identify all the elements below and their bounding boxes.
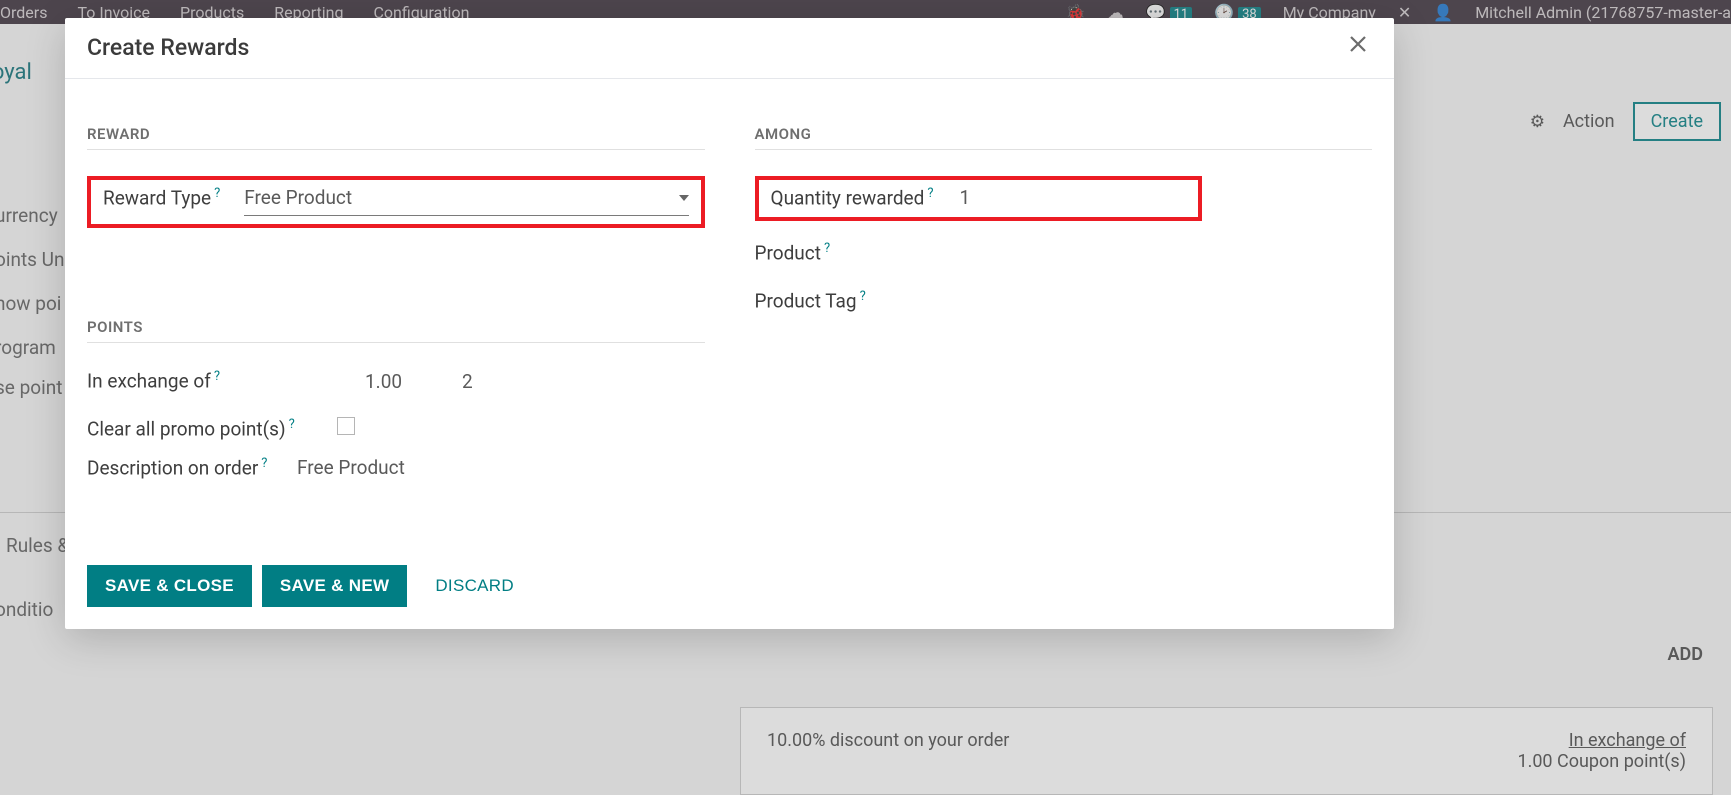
- clear-promo-label: Clear all promo point(s)?: [87, 417, 295, 440]
- product-row: Product?: [755, 241, 1373, 264]
- help-icon[interactable]: ?: [261, 456, 267, 471]
- help-icon[interactable]: ?: [289, 417, 295, 432]
- help-icon[interactable]: ?: [214, 369, 220, 384]
- highlight-quantity: Quantity rewarded? 1: [755, 176, 1203, 221]
- help-icon[interactable]: ?: [860, 289, 866, 304]
- reward-heading: REWARD: [87, 125, 705, 150]
- points-heading: POINTS: [87, 318, 705, 343]
- reward-type-select[interactable]: Free Product: [244, 186, 688, 216]
- chevron-down-icon: [679, 195, 689, 201]
- reward-type-value: Free Product: [244, 186, 352, 209]
- help-icon[interactable]: ?: [824, 241, 830, 256]
- among-heading: AMONG: [755, 125, 1373, 150]
- modal-header: Create Rewards: [65, 18, 1394, 79]
- description-label: Description on order?: [87, 456, 277, 479]
- product-tag-label: Product Tag?: [755, 289, 866, 312]
- in-exchange-value[interactable]: 1.00: [365, 370, 402, 393]
- modal-footer: SAVE & CLOSE SAVE & NEW DISCARD: [65, 555, 1394, 629]
- in-exchange-of-label: In exchange of?: [87, 369, 277, 392]
- save-close-button[interactable]: SAVE & CLOSE: [87, 565, 252, 607]
- quantity-label: Quantity rewarded?: [771, 186, 934, 209]
- reward-column: REWARD Reward Type? Free Product: [87, 125, 705, 503]
- close-icon[interactable]: [1344, 30, 1372, 64]
- modal-body: REWARD Reward Type? Free Product: [65, 79, 1394, 555]
- help-icon[interactable]: ?: [927, 186, 933, 201]
- reward-type-label: Reward Type?: [103, 186, 220, 209]
- help-icon[interactable]: ?: [214, 186, 220, 201]
- quantity-value[interactable]: 1: [960, 186, 971, 209]
- description-row: Description on order? Free Product: [87, 456, 705, 479]
- clear-promo-checkbox[interactable]: [337, 417, 355, 435]
- product-tag-row: Product Tag?: [755, 289, 1373, 312]
- in-exchange-of-row: In exchange of? 1.00 2: [87, 369, 705, 392]
- description-value[interactable]: Free Product: [297, 456, 405, 479]
- create-rewards-modal: Create Rewards REWARD Reward Type? Free …: [65, 18, 1394, 629]
- discard-button[interactable]: DISCARD: [417, 565, 532, 607]
- product-label: Product?: [755, 241, 831, 264]
- modal-title: Create Rewards: [87, 34, 249, 61]
- save-new-button[interactable]: SAVE & NEW: [262, 565, 407, 607]
- highlight-reward-type: Reward Type? Free Product: [87, 176, 705, 228]
- clear-promo-row: Clear all promo point(s)?: [87, 417, 705, 440]
- in-exchange-value-2[interactable]: 2: [462, 370, 473, 393]
- among-column: AMONG Quantity rewarded? 1 Product?: [755, 125, 1373, 503]
